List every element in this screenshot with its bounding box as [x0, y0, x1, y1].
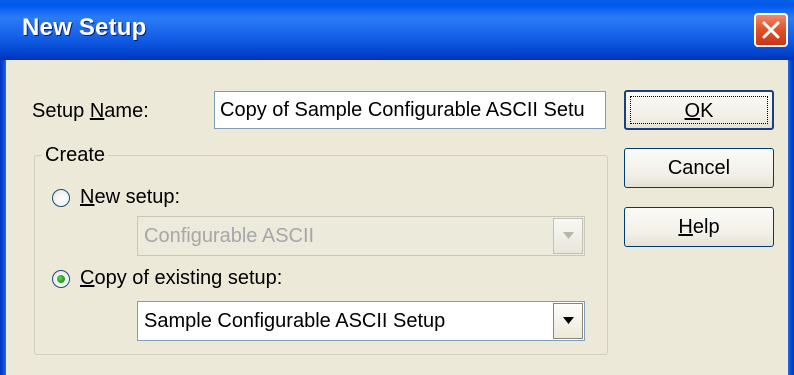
chevron-down-icon: [563, 317, 574, 324]
copy-existing-combo[interactable]: Sample Configurable ASCII Setup: [137, 301, 585, 341]
window-title: New Setup: [22, 14, 147, 41]
window-border-right: [788, 60, 794, 375]
title-bar[interactable]: New Setup: [0, 0, 794, 60]
setup-name-label: Setup Name:: [32, 100, 149, 122]
copy-existing-radio[interactable]: [52, 270, 70, 288]
setup-name-value: Copy of Sample Configurable ASCII Setu: [220, 99, 585, 121]
help-button[interactable]: Help: [624, 207, 774, 247]
copy-existing-label[interactable]: Copy of existing setup:: [80, 267, 282, 290]
dialog-window: New Setup Setup Name: Copy of Sample Con…: [0, 0, 794, 375]
chevron-down-icon: [563, 232, 574, 239]
cancel-button[interactable]: Cancel: [624, 148, 774, 188]
ok-button[interactable]: OK: [624, 90, 774, 130]
new-setup-combo: Configurable ASCII: [137, 216, 585, 256]
dropdown-arrow-button[interactable]: [553, 303, 583, 339]
new-setup-radio[interactable]: [52, 189, 70, 207]
radio-selected-dot: [57, 275, 65, 283]
setup-name-input[interactable]: Copy of Sample Configurable ASCII Setu: [214, 91, 606, 129]
dropdown-arrow: [553, 218, 583, 254]
copy-existing-combo-value: Sample Configurable ASCII Setup: [144, 310, 446, 332]
new-setup-label[interactable]: New setup:: [80, 186, 180, 209]
dialog-body: Setup Name: Copy of Sample Configurable …: [6, 60, 788, 375]
create-group-legend: Create: [42, 144, 109, 167]
close-button[interactable]: [754, 13, 788, 47]
new-setup-combo-value: Configurable ASCII: [144, 225, 315, 247]
close-icon: [762, 21, 780, 39]
focus-rectangle: [630, 96, 768, 124]
